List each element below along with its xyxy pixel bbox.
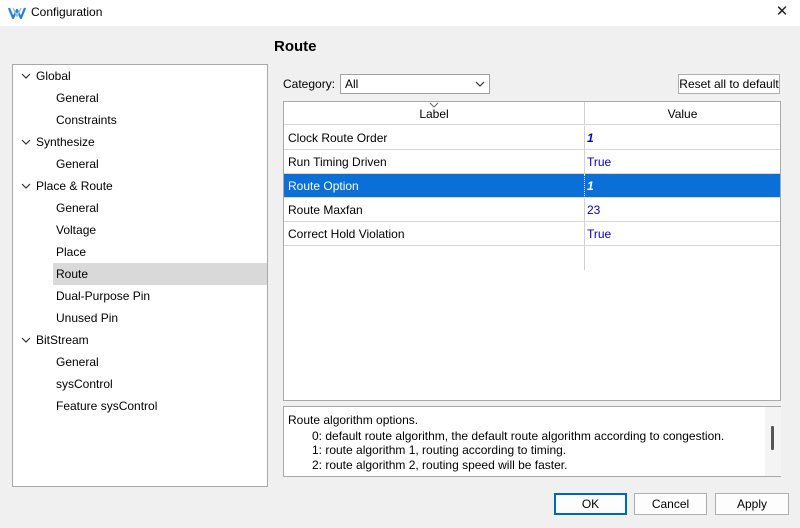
tree-item-label: General	[56, 201, 99, 215]
description-line: 1: route algorithm 1, routing according …	[312, 443, 567, 457]
chevron-down-icon[interactable]	[20, 329, 32, 351]
tree-item-global-general[interactable]: General	[56, 87, 99, 109]
window-title: Configuration	[31, 5, 103, 19]
row-label: Run Timing Driven	[288, 155, 387, 169]
tree-item-label: BitStream	[36, 333, 89, 347]
tree-item-label: Place	[56, 245, 87, 259]
tree-item-constraints[interactable]: Constraints	[56, 109, 117, 131]
tree-item-synthesize[interactable]: Synthesize	[13, 131, 267, 153]
close-icon: ✕	[775, 3, 789, 20]
grid-row[interactable]: Route Maxfan 23	[284, 198, 780, 222]
tree-item-dual-purpose-pin[interactable]: Dual-Purpose Pin	[56, 285, 150, 307]
row-label: Correct Hold Violation	[288, 227, 405, 241]
tree-item-label: Unused Pin	[56, 311, 119, 325]
header-label[interactable]: Label	[284, 102, 584, 125]
header-value[interactable]: Value	[585, 102, 780, 125]
grid-header: Label Value	[284, 102, 780, 125]
close-button[interactable]: ✕	[764, 0, 800, 26]
tree-item-place-route[interactable]: Place & Route	[13, 175, 267, 197]
tree-item-place-route-general[interactable]: General	[56, 197, 99, 219]
scrollbar-thumb[interactable]	[771, 426, 774, 450]
tree-item-place[interactable]: Place	[56, 241, 86, 263]
tree-item-bitstream-general[interactable]: General	[56, 351, 99, 373]
row-label: Route Maxfan	[288, 203, 363, 217]
tree-item-label: General	[56, 91, 99, 105]
tree-item-label: Global	[36, 69, 71, 83]
grid-row[interactable]: Run Timing Driven True	[284, 150, 780, 174]
app-logo-icon	[8, 7, 26, 20]
title-bar: Configuration ✕	[0, 0, 800, 26]
description-panel: Route algorithm options. 0: default rout…	[283, 406, 781, 477]
category-value: All	[345, 77, 359, 91]
settings-tree[interactable]: Global General Constraints Synthesize Ge…	[12, 64, 268, 487]
grid-row[interactable]: Clock Route Order 1	[284, 126, 780, 150]
tree-item-route[interactable]: Route	[53, 263, 267, 285]
tree-item-label: Constraints	[56, 113, 117, 127]
row-value[interactable]: 23	[587, 198, 600, 222]
tree-item-label: Dual-Purpose Pin	[56, 289, 151, 303]
chevron-down-icon[interactable]	[20, 175, 32, 197]
chevron-down-icon[interactable]	[20, 65, 32, 87]
tree-item-label: Place & Route	[36, 179, 113, 193]
row-value[interactable]: 1	[587, 126, 594, 150]
row-label: Clock Route Order	[288, 131, 388, 145]
tree-item-label: Synthesize	[36, 135, 95, 149]
row-value[interactable]: True	[587, 222, 611, 246]
category-label: Category:	[283, 77, 336, 91]
tree-item-label: Route	[56, 267, 89, 281]
tree-item-unused-pin[interactable]: Unused Pin	[56, 307, 118, 329]
cancel-button[interactable]: Cancel	[634, 493, 707, 515]
apply-button[interactable]: Apply	[715, 493, 789, 515]
chevron-down-icon[interactable]	[20, 131, 32, 153]
tree-item-voltage[interactable]: Voltage	[56, 219, 96, 241]
description-scrollbar[interactable]	[765, 407, 781, 476]
row-value[interactable]: True	[587, 150, 611, 174]
tree-item-label: Voltage	[56, 223, 97, 237]
category-select[interactable]: All	[340, 74, 490, 94]
tree-item-synthesize-general[interactable]: General	[56, 153, 99, 175]
chevron-down-icon	[475, 81, 485, 87]
tree-item-feature-syscontrol[interactable]: Feature sysControl	[56, 395, 157, 417]
tree-item-label: Feature sysControl	[56, 399, 158, 413]
tree-item-global[interactable]: Global	[13, 65, 267, 87]
tree-item-label: General	[56, 157, 99, 171]
description-line: Route algorithm options.	[288, 413, 419, 427]
property-grid[interactable]: Label Value Clock Route Order 1 Run Timi…	[283, 101, 781, 401]
reset-all-button[interactable]: Reset all to default	[678, 74, 780, 94]
description-line: 2: route algorithm 2, routing speed will…	[312, 458, 568, 472]
grid-row[interactable]: Correct Hold Violation True	[284, 222, 780, 246]
description-line: 0: default route algorithm, the default …	[312, 429, 725, 443]
tree-item-label: General	[56, 355, 99, 369]
grid-row-selected[interactable]: Route Option 1	[284, 174, 780, 198]
row-value[interactable]: 1	[587, 174, 594, 198]
tree-item-label: sysControl	[56, 377, 113, 391]
row-label: Route Option	[288, 179, 359, 193]
tree-item-syscontrol[interactable]: sysControl	[56, 373, 113, 395]
page-title: Route	[274, 38, 317, 55]
ok-button[interactable]: OK	[554, 493, 627, 515]
tree-item-bitstream[interactable]: BitStream	[13, 329, 267, 351]
